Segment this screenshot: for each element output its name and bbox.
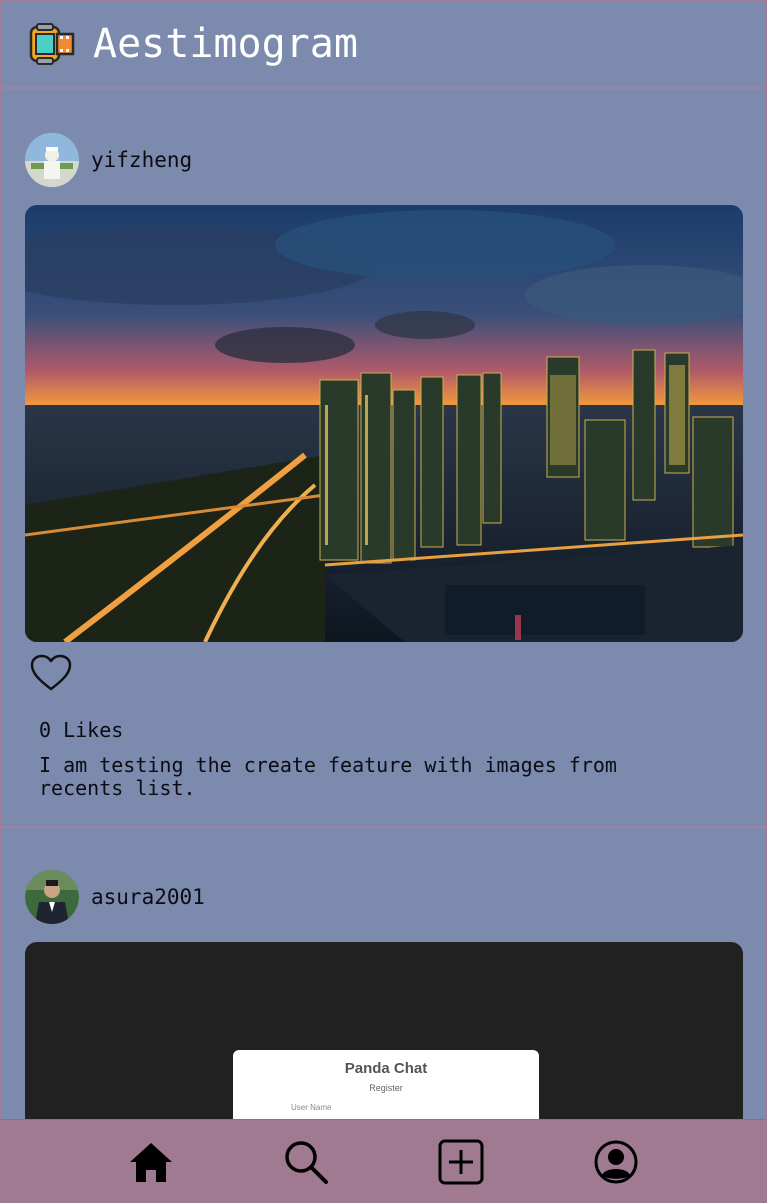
post-card: asura2001 Panda Chat Register User Name [1, 870, 766, 1119]
avatar[interactable] [25, 133, 79, 187]
home-icon [129, 1142, 172, 1182]
post-caption: I am testing the create feature with ima… [39, 753, 617, 800]
post-feed[interactable]: yifzheng 0 Likes I am testing the create… [1, 91, 766, 1119]
post-image[interactable]: Panda Chat Register User Name [25, 942, 743, 1119]
app-title: Aestimogram [93, 21, 358, 67]
screenshot-subtitle: Register [369, 1083, 403, 1093]
post-actions [25, 642, 742, 704]
film-canister-icon [29, 23, 75, 65]
add-post-icon [438, 1139, 484, 1184]
profile-icon [594, 1140, 638, 1183]
post-username[interactable]: yifzheng [91, 148, 192, 172]
nav-search-button[interactable] [280, 1136, 332, 1188]
post-header: asura2001 [25, 870, 742, 924]
post-image[interactable] [25, 205, 743, 642]
avatar-photo [25, 870, 79, 924]
nav-home-button[interactable] [125, 1136, 177, 1188]
post-username[interactable]: asura2001 [91, 885, 205, 909]
avatar[interactable] [25, 870, 79, 924]
nav-create-button[interactable] [435, 1136, 487, 1188]
screenshot-field-label: User Name [291, 1103, 332, 1112]
app-header: Aestimogram [1, 1, 766, 89]
app-root: Aestimogram yifzheng 0 Likes I am testin… [0, 0, 767, 1203]
screenshot-card: Panda Chat Register User Name [233, 1050, 539, 1119]
post-card: yifzheng 0 Likes I am testing the create… [1, 133, 766, 828]
nav-profile-button[interactable] [590, 1136, 642, 1188]
search-icon [285, 1140, 328, 1184]
avatar-photo [25, 133, 79, 187]
likes-count: 0 Likes [39, 718, 124, 742]
bottom-nav [1, 1119, 766, 1203]
post-header: yifzheng [25, 133, 742, 187]
screenshot-title: Panda Chat [344, 1060, 428, 1077]
heart-icon[interactable] [29, 653, 73, 693]
